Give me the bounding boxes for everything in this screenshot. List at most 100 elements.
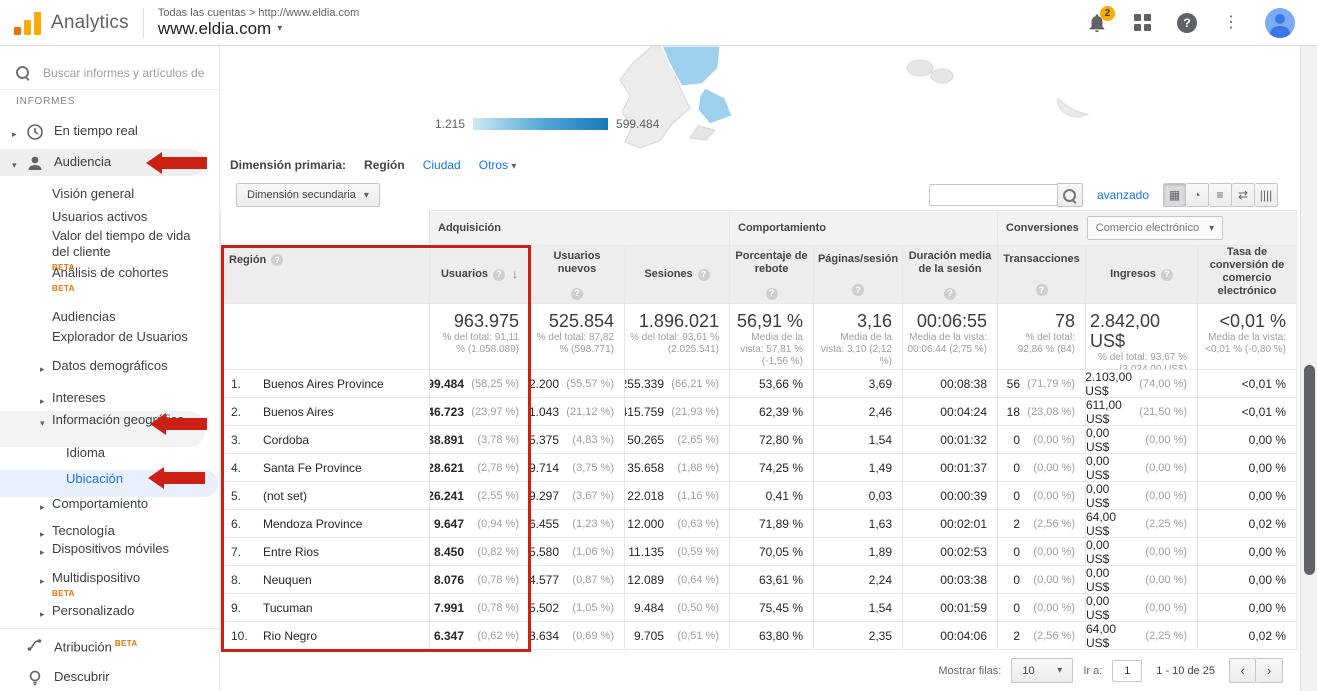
view-percentage-button[interactable]: ◔ [1186,183,1209,207]
sidebar-item-cohorts[interactable]: Análisis de cohortes BETA [0,265,190,297]
rows-per-page-select[interactable]: 10 ▾ [1011,658,1073,683]
col-ecommerce-rate[interactable]: Tasa de conversión de comercio electróni… [1198,246,1297,304]
account-selector[interactable]: www.eldia.com ▾ [158,19,359,39]
help-bubble-icon[interactable]: ? [493,269,505,281]
chevron-down-icon: ▾ [40,415,52,431]
apps-grid-button[interactable] [1134,14,1151,31]
overflow-menu-button[interactable]: ⋮ [1223,15,1239,31]
geo-map[interactable]: 1.215 599.484 [220,46,1300,150]
secondary-dimension-button[interactable]: Dimensión secundaria ▾ [236,183,380,207]
primary-dimension-row: Dimensión primaria: Región Ciudad Otros … [220,150,1300,180]
sidebar-item-realtime[interactable]: ▸ En tiempo real [0,123,220,142]
col-users[interactable]: Usuarios? ↓ [430,246,530,304]
table-row[interactable]: 3. Cordoba 38.891(3,78 %) 25.375(4,83 %)… [220,426,1297,454]
help-bubble-icon[interactable]: ? [698,269,710,281]
sidebar-item-behavior[interactable]: ▸ Comportamiento [0,496,220,515]
sidebar-item-custom[interactable]: ▸ Personalizado [0,603,220,622]
sidebar-item-location[interactable]: Ubicación [0,471,220,487]
col-avg-duration[interactable]: Duración media de la sesión? [903,246,998,304]
sidebar-item-audience[interactable]: ▾ Audiencia [0,154,220,173]
col-pages-session[interactable]: Páginas/sesión? [814,246,903,304]
table-row[interactable]: 4. Santa Fe Province 28.621(2,78 %) 19.7… [220,454,1297,482]
view-pivot-button[interactable]: |||| [1255,183,1278,207]
table-search-input[interactable] [929,184,1057,206]
sidebar-item-demographics[interactable]: ▸ Datos demográficos [0,358,195,377]
view-comparison-button[interactable]: ⇄ [1232,183,1255,207]
col-new-users[interactable]: Usuarios nuevos? [530,246,625,304]
sidebar-item-language[interactable]: Idioma [0,445,220,461]
table-search-button[interactable] [1057,183,1083,207]
person-icon [26,154,44,172]
sidebar-item-interests[interactable]: ▸ Intereses [0,390,220,409]
table-row[interactable]: 6. Mendoza Province 9.647(0,94 %) 6.455(… [220,510,1297,538]
total-sessions: 1.896.021 [639,311,719,331]
analytics-logo-icon[interactable] [14,11,41,35]
sidebar-item-overview[interactable]: Visión general [0,186,220,202]
help-bubble-icon[interactable]: ? [852,284,864,296]
help-bubble-icon[interactable]: ? [944,288,956,300]
legend-gradient [473,118,608,130]
chevron-right-icon: ▸ [40,544,52,560]
table-row[interactable]: 8. Neuquen 8.076(0,78 %) 4.577(0,87 %) 1… [220,566,1297,594]
col-region[interactable]: Región? [220,246,430,304]
rows-label: Mostrar filas: [938,665,1001,677]
beta-badge: BETA [52,586,140,602]
sidebar-search[interactable]: Buscar informes y artículos de [0,56,220,90]
attribution-icon [26,636,44,654]
beta-badge: BETA [115,639,138,648]
map-patagonia [220,46,1300,150]
table-row[interactable]: 1. Buenos Aires Province 599.484(58,25 %… [220,370,1297,398]
view-table-button[interactable]: ▦ [1163,183,1186,207]
data-table: Adquisición Comportamiento Conversiones … [220,210,1297,650]
table-row[interactable]: 10. Rio Negro 6.347(0,62 %) 3.634(0,69 %… [220,622,1297,650]
dimension-region[interactable]: Región [364,158,405,172]
row-region: (not set) [263,489,307,503]
sidebar-item-active-users[interactable]: Usuarios activos [0,209,220,225]
view-performance-button[interactable]: ≡ [1209,183,1232,207]
row-rank: 2. [231,405,249,419]
breadcrumb: Todas las cuentas > http://www.eldia.com [158,7,359,19]
notifications-button[interactable]: 2 [1086,12,1108,34]
total-transactions: 78 [1055,311,1075,331]
lightbulb-icon [26,669,44,687]
scrollbar-thumb[interactable] [1304,365,1315,575]
row-rank: 5. [231,489,249,503]
col-revenue[interactable]: Ingresos? [1086,246,1198,304]
sidebar-item-geo[interactable]: ▾ Información geográfica [0,412,195,431]
avatar[interactable] [1265,8,1295,38]
row-rank: 4. [231,461,249,475]
total-new-users: 525.854 [549,311,614,331]
col-sessions[interactable]: Sesiones? [625,246,730,304]
sidebar-item-mobile[interactable]: ▸ Dispositivos móviles [0,541,180,560]
help-bubble-icon[interactable]: ? [766,288,778,300]
table-row[interactable]: 9. Tucuman 7.991(0,78 %) 5.502(1,05 %) 9… [220,594,1297,622]
next-page-button[interactable]: › [1256,658,1283,683]
dimension-other-link[interactable]: Otros ▾ [479,158,517,172]
sidebar-item-user-explorer[interactable]: Explorador de Usuarios [0,329,190,345]
sidebar-item-crossdevice[interactable]: ▸ Multidispositivo BETA [0,570,200,602]
help-bubble-icon[interactable]: ? [571,288,583,300]
table-row[interactable]: 2. Buenos Aires 246.723(23,97 %) 111.043… [220,398,1297,426]
help-bubble-icon[interactable]: ? [1161,269,1173,281]
advanced-link[interactable]: avanzado [1097,188,1149,202]
help-button[interactable]: ? [1177,13,1197,33]
col-transactions[interactable]: Transacciones? [998,246,1086,304]
table-row[interactable]: 5. (not set) 26.241(2,55 %) 19.297(3,67 … [220,482,1297,510]
col-bounce[interactable]: Porcentaje de rebote? [730,246,814,304]
table-body: 1. Buenos Aires Province 599.484(58,25 %… [220,370,1297,650]
goto-page-input[interactable] [1112,660,1142,682]
vertical-scrollbar[interactable] [1300,46,1317,691]
group-conversions: Conversiones Comercio electrónico ▾ [998,210,1297,246]
row-rank: 10. [231,629,249,643]
sidebar-item-discover[interactable]: Descubrir [0,669,220,687]
help-bubble-icon[interactable]: ? [1036,284,1048,296]
sidebar-item-technology[interactable]: ▸ Tecnología [0,523,220,542]
table-row[interactable]: 7. Entre Rios 8.450(0,82 %) 5.580(1,06 %… [220,538,1297,566]
sidebar-item-attribution[interactable]: AtribuciónBETA [0,636,220,655]
help-bubble-icon[interactable]: ? [271,254,283,266]
ecommerce-dropdown[interactable]: Comercio electrónico ▾ [1087,216,1223,240]
prev-page-button[interactable]: ‹ [1229,658,1256,683]
dimension-city-link[interactable]: Ciudad [423,158,461,172]
sidebar-item-audiences[interactable]: Audiencias [0,309,220,325]
row-rank: 8. [231,573,249,587]
